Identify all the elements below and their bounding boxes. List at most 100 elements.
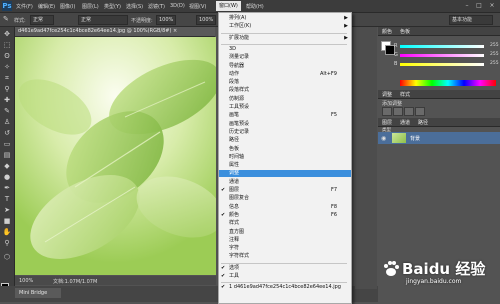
- window-menu-item[interactable]: 路径: [219, 137, 351, 144]
- color-spectrum-bar[interactable]: [400, 80, 496, 86]
- window-menu-item[interactable]: 通道: [219, 179, 351, 186]
- mode-select[interactable]: 正常: [78, 15, 128, 25]
- zoom-level[interactable]: 100%: [19, 278, 33, 284]
- window-menu-item[interactable]: 导航器: [219, 63, 351, 70]
- channel-r-slider[interactable]: [400, 45, 484, 48]
- tab-paths[interactable]: 路径: [418, 119, 428, 126]
- tab-color[interactable]: 颜色: [382, 28, 392, 35]
- menu-image[interactable]: 图像(I): [60, 3, 75, 10]
- 3d-tool-icon[interactable]: ⬡: [2, 253, 12, 262]
- document-canvas[interactable]: [15, 37, 216, 275]
- channel-g-value[interactable]: 255: [490, 52, 499, 57]
- healing-tool-icon[interactable]: ✚: [2, 96, 12, 105]
- window-menu-item[interactable]: 直方图: [219, 229, 351, 236]
- window-menu-item[interactable]: 属性: [219, 162, 351, 169]
- maximize-icon[interactable]: □: [474, 1, 484, 10]
- window-menu-item[interactable]: ✔ 选项: [219, 265, 351, 272]
- window-menu-item[interactable]: ✔ 1 d461e9ad47fce254c1c4bce82e64ee14.jpg: [219, 284, 351, 291]
- window-menu-item[interactable]: 字符: [219, 245, 351, 252]
- flow-input[interactable]: 100%: [196, 15, 216, 25]
- menu-help[interactable]: 帮助(H): [246, 3, 264, 10]
- menu-window[interactable]: 窗口(W): [216, 1, 241, 11]
- menu-select[interactable]: 选择(S): [126, 3, 143, 10]
- window-menu-item[interactable]: 工作区(K) ▶: [219, 23, 351, 30]
- window-menu-item[interactable]: 排列(A) ▶: [219, 15, 351, 22]
- hand-tool-icon[interactable]: ✋: [2, 228, 12, 237]
- window-menu-item[interactable]: 样式: [219, 220, 351, 227]
- channel-b-value[interactable]: 255: [490, 61, 499, 66]
- type-tool-icon[interactable]: T: [2, 195, 12, 204]
- window-menu-item[interactable]: 段落: [219, 79, 351, 86]
- workspace-select[interactable]: 基本功能: [449, 15, 493, 25]
- move-tool-icon[interactable]: ✥: [2, 30, 12, 39]
- window-menu-item[interactable]: 调整: [219, 170, 351, 178]
- dodge-tool-icon[interactable]: ●: [2, 173, 12, 182]
- menu-file[interactable]: 文件(F): [16, 3, 33, 10]
- window-menu-item[interactable]: 测量记录: [219, 54, 351, 61]
- eyedropper-tool-icon[interactable]: ⚲: [2, 85, 12, 94]
- window-menu-item-label: 注释: [229, 236, 240, 243]
- layer-name[interactable]: 背景: [410, 135, 420, 142]
- window-menu-item[interactable]: 时间轴: [219, 154, 351, 161]
- window-menu-item[interactable]: 画笔 F5: [219, 112, 351, 119]
- window-menu-item[interactable]: 3D: [219, 46, 351, 53]
- menu-edit[interactable]: 编辑(E): [38, 3, 55, 10]
- window-menu-item[interactable]: 动作 Alt+F9: [219, 71, 351, 78]
- zoom-tool-icon[interactable]: ⚲: [2, 239, 12, 248]
- marquee-tool-icon[interactable]: ⬚: [2, 41, 12, 50]
- opacity-input[interactable]: 100%: [156, 15, 176, 25]
- window-menu-item[interactable]: 信息 F8: [219, 204, 351, 211]
- levels-adjust-icon[interactable]: [393, 107, 403, 116]
- window-menu-item[interactable]: 注释: [219, 237, 351, 244]
- curves-adjust-icon[interactable]: [404, 107, 414, 116]
- style-select[interactable]: 正常: [30, 15, 54, 25]
- window-menu-item[interactable]: ✔ 图层 F7: [219, 187, 351, 194]
- mini-bridge-tab[interactable]: Mini Bridge: [15, 288, 61, 298]
- window-menu-item[interactable]: 画笔预设: [219, 121, 351, 128]
- tab-styles[interactable]: 样式: [400, 91, 410, 98]
- gradient-tool-icon[interactable]: ▤: [2, 151, 12, 160]
- quick-select-tool-icon[interactable]: ✧: [2, 63, 12, 72]
- window-menu-item[interactable]: ✔ 颜色 F6: [219, 212, 351, 219]
- window-menu-item[interactable]: 扩展功能 ▶: [219, 35, 351, 42]
- menu-3d[interactable]: 3D(D): [170, 3, 185, 9]
- path-select-tool-icon[interactable]: ➤: [2, 206, 12, 215]
- tab-swatches[interactable]: 色板: [400, 28, 410, 35]
- crop-tool-icon[interactable]: ⌗: [2, 74, 12, 83]
- tab-layers[interactable]: 图层: [382, 119, 392, 126]
- document-tab[interactable]: d461e9ad47fce254c1c4bce82e64ee14.jpg @ 1…: [15, 27, 215, 37]
- lasso-tool-icon[interactable]: ʘ: [2, 52, 12, 61]
- window-menu-item[interactable]: 历史记录: [219, 129, 351, 136]
- window-menu-item[interactable]: 仿制源: [219, 96, 351, 103]
- menu-filter[interactable]: 滤镜(T): [148, 3, 165, 10]
- pen-tool-icon[interactable]: ✒: [2, 184, 12, 193]
- eraser-tool-icon[interactable]: ▭: [2, 140, 12, 149]
- menu-layer[interactable]: 图层(L): [82, 3, 99, 10]
- channel-r-value[interactable]: 255: [490, 43, 499, 48]
- window-menu-item[interactable]: 图层复合: [219, 195, 351, 202]
- exposure-adjust-icon[interactable]: [415, 107, 425, 116]
- minimize-icon[interactable]: –: [462, 1, 472, 10]
- channel-g-slider[interactable]: [400, 54, 484, 57]
- channel-b-slider[interactable]: [400, 63, 484, 66]
- brush-tool-icon[interactable]: ✎: [3, 15, 12, 24]
- tab-adjustments[interactable]: 调整: [382, 91, 392, 98]
- window-menu-item[interactable]: 字符样式: [219, 253, 351, 260]
- watermark-text: Baidu 经验: [402, 260, 486, 278]
- blur-tool-icon[interactable]: ◆: [2, 162, 12, 171]
- tab-channels[interactable]: 通道: [400, 119, 410, 126]
- stamp-tool-icon[interactable]: ♙: [2, 118, 12, 127]
- checkmark-icon: ✔: [221, 273, 226, 279]
- menu-view[interactable]: 视图(V): [189, 3, 206, 10]
- history-brush-tool-icon[interactable]: ↺: [2, 129, 12, 138]
- menu-type[interactable]: 类型(Y): [104, 3, 121, 10]
- brightness-adjust-icon[interactable]: [382, 107, 392, 116]
- close-icon[interactable]: ×: [487, 1, 497, 10]
- window-menu-item[interactable]: 段落样式: [219, 87, 351, 94]
- window-menu-item[interactable]: ✔ 工具: [219, 273, 351, 280]
- brush-tool-icon[interactable]: ✎: [2, 107, 12, 116]
- window-menu-item[interactable]: 工具预设: [219, 104, 351, 111]
- shape-tool-icon[interactable]: ■: [2, 217, 12, 226]
- window-menu-item[interactable]: 色板: [219, 146, 351, 153]
- visibility-eye-icon[interactable]: ◉: [381, 135, 386, 142]
